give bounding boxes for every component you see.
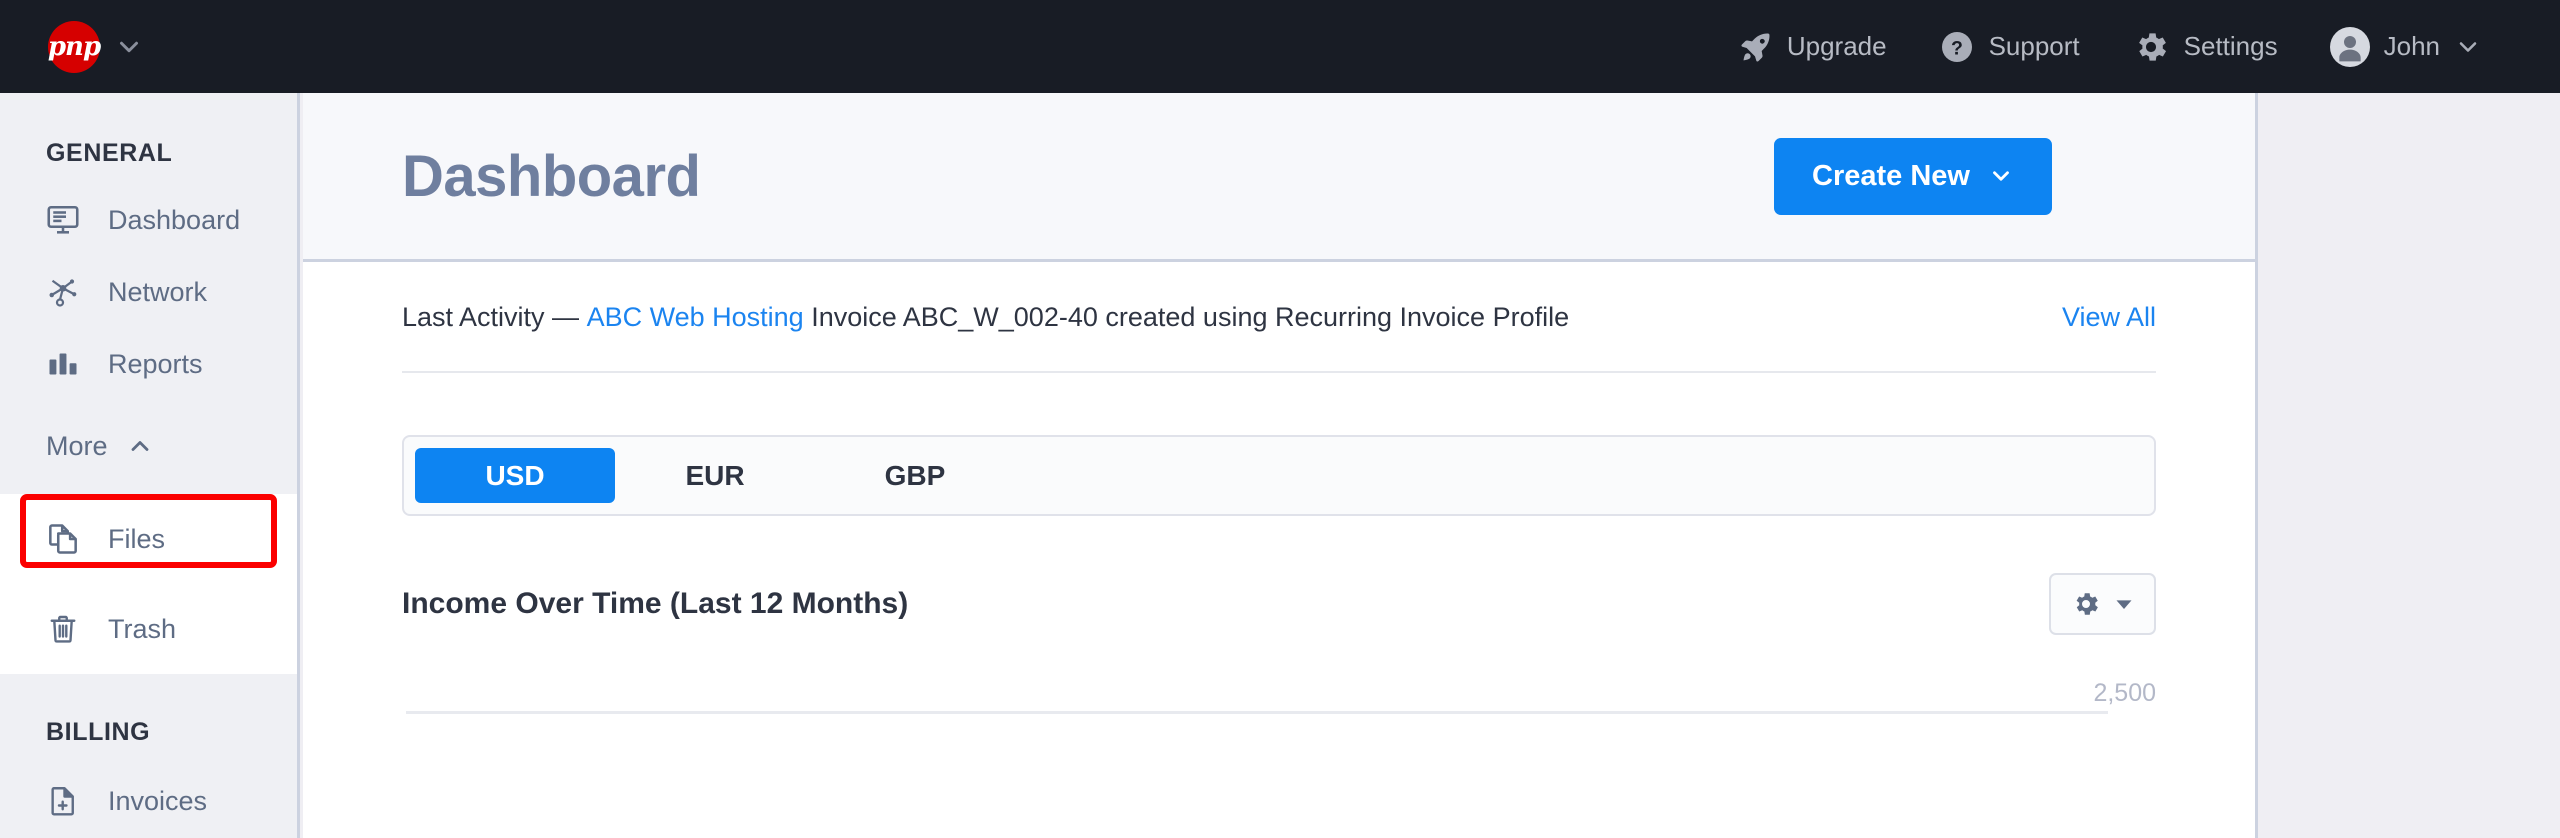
chevron-down-icon: [1988, 163, 2014, 189]
sidebar-more-label: More: [46, 431, 108, 462]
bar-chart-icon: [44, 346, 82, 382]
tab-usd[interactable]: USD: [415, 448, 615, 503]
network-nodes-icon: [44, 274, 82, 310]
nav-item-user-menu[interactable]: John: [2304, 0, 2508, 93]
page-title: Dashboard: [402, 143, 700, 210]
page-header: Dashboard Create New: [303, 93, 2255, 262]
last-activity-text: Invoice ABC_W_002-40 created using Recur…: [811, 302, 1569, 333]
currency-tabs: USD EUR GBP: [402, 435, 2156, 516]
sidebar-item-invoices-label: Invoices: [108, 786, 207, 817]
nav-item-settings[interactable]: Settings: [2106, 0, 2304, 93]
chart-settings-button[interactable]: [2049, 573, 2156, 635]
create-new-button[interactable]: Create New: [1774, 138, 2052, 215]
main-content: Dashboard Create New Last Activity — ABC…: [303, 93, 2258, 838]
navbar-actions: Upgrade ? Support Settings: [1713, 0, 2508, 93]
income-chart: 2,500: [402, 635, 2156, 775]
rocket-icon: [1739, 30, 1773, 64]
chevron-up-icon: [126, 432, 154, 460]
sidebar-item-dashboard[interactable]: Dashboard: [0, 184, 297, 256]
sidebar-item-reports-label: Reports: [108, 349, 203, 380]
sidebar-item-network[interactable]: Network: [0, 256, 297, 328]
nav-item-settings-label: Settings: [2184, 31, 2278, 62]
sidebar-submenu: Files Trash: [0, 494, 297, 674]
gear-icon: [2071, 589, 2101, 619]
sidebar-section-title-general: GENERAL: [0, 139, 297, 168]
pnp-logo-icon[interactable]: pnp: [48, 21, 100, 73]
sidebar-section-title-billing: BILLING: [0, 718, 297, 747]
chart-ytick-label-2500: 2,500: [2093, 679, 2156, 708]
document-plus-icon: [44, 783, 82, 819]
sidebar-item-trash[interactable]: Trash: [0, 584, 297, 674]
trash-icon: [44, 611, 82, 647]
nav-item-user-label: John: [2384, 31, 2440, 62]
sidebar-general-section: GENERAL Dashboard: [0, 93, 297, 476]
tab-gbp[interactable]: GBP: [815, 448, 1015, 503]
sidebar-billing-section: BILLING Invoices: [0, 674, 297, 837]
sidebar-item-network-label: Network: [108, 277, 207, 308]
top-navbar: pnp Upgrade ? Support: [0, 0, 2560, 93]
sidebar-item-dashboard-label: Dashboard: [108, 205, 240, 236]
brand-logo-group[interactable]: pnp: [48, 21, 144, 73]
sidebar-item-invoices[interactable]: Invoices: [0, 765, 297, 837]
last-activity-prefix: Last Activity —: [402, 302, 579, 333]
tab-eur[interactable]: EUR: [615, 448, 815, 503]
nav-item-upgrade-label: Upgrade: [1787, 31, 1887, 62]
chart-gridline-2500: [406, 711, 2108, 714]
chevron-down-icon[interactable]: [114, 32, 144, 62]
svg-text:?: ?: [1951, 37, 1963, 59]
sidebar: GENERAL Dashboard: [0, 93, 300, 838]
caret-down-icon: [2114, 594, 2134, 614]
nav-item-upgrade[interactable]: Upgrade: [1713, 0, 1913, 93]
sidebar-item-files-label: Files: [108, 524, 165, 555]
chart-title: Income Over Time (Last 12 Months): [402, 587, 908, 621]
last-activity-row: Last Activity — ABC Web Hosting Invoice …: [402, 262, 2156, 373]
view-all-link[interactable]: View All: [2062, 302, 2156, 333]
sidebar-item-files[interactable]: Files: [0, 494, 297, 584]
last-activity-client-link[interactable]: ABC Web Hosting: [587, 302, 804, 333]
sidebar-item-trash-label: Trash: [108, 614, 176, 645]
monitor-icon: [44, 202, 82, 238]
nav-item-support[interactable]: ? Support: [1913, 0, 2106, 93]
chevron-down-icon[interactable]: [2454, 33, 2482, 61]
avatar: [2330, 27, 2370, 67]
create-new-button-label: Create New: [1812, 160, 1970, 193]
sidebar-item-reports[interactable]: Reports: [0, 328, 297, 400]
gear-icon: [2132, 28, 2170, 66]
nav-item-support-label: Support: [1989, 31, 2080, 62]
chart-header: Income Over Time (Last 12 Months): [402, 573, 2156, 635]
files-copy-icon: [44, 520, 82, 558]
question-circle-icon: ?: [1939, 29, 1975, 65]
sidebar-more-toggle[interactable]: More: [0, 416, 297, 476]
